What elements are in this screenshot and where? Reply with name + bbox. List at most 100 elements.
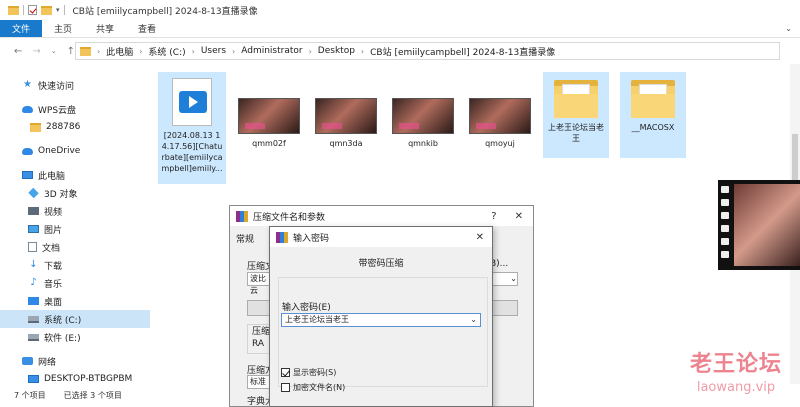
file-item[interactable]: [2024.08.13 14.17.56][Chaturbate][emiily… xyxy=(158,72,226,184)
folder-icon[interactable] xyxy=(8,5,19,15)
checkbox-checked[interactable] xyxy=(281,368,290,377)
file-item[interactable]: __MACOSX xyxy=(620,72,686,158)
file-item[interactable]: 上老王论坛当老王 xyxy=(543,72,609,158)
sidebar-item-label: 软件 (E:) xyxy=(44,333,81,344)
dialog-title: 压缩文件名和参数 xyxy=(253,212,326,223)
video-file-icon xyxy=(172,78,212,126)
address-bar: ← → ⌄ ↑ › 此电脑 › 系统 (C:) › Users › Admini… xyxy=(0,38,800,64)
checkbox-unchecked[interactable] xyxy=(281,383,290,392)
sidebar-item-label: OneDrive xyxy=(38,146,81,156)
archive-name-field-right[interactable]: ⌄ xyxy=(492,272,518,286)
close-button[interactable]: ✕ xyxy=(476,232,492,243)
watermark-en: laowang.vip xyxy=(696,380,776,395)
expand-ribbon-icon[interactable]: ⌄ xyxy=(785,24,792,33)
file-item[interactable]: qmn3da xyxy=(313,98,379,149)
properties-icon[interactable] xyxy=(28,5,37,15)
file-item[interactable]: qmm02f xyxy=(236,98,302,149)
forward-icon[interactable]: → xyxy=(32,46,40,57)
file-item[interactable]: qmoyuj xyxy=(467,98,533,149)
chevron-down-icon[interactable]: ⌄ xyxy=(470,314,480,326)
tab-home[interactable]: 主页 xyxy=(42,20,84,37)
sidebar-item-label: 3D 对象 xyxy=(44,189,78,200)
breadcrumb-item[interactable]: Administrator xyxy=(241,46,302,56)
sidebar-item-label: 图片 xyxy=(44,225,63,236)
chevron-right-icon[interactable]: › xyxy=(139,47,142,56)
sidebar-item-music[interactable]: ♪ 音乐 xyxy=(0,274,150,292)
breadcrumb-item[interactable]: 此电脑 xyxy=(106,45,133,58)
video-icon xyxy=(28,207,39,215)
cloud-icon xyxy=(22,105,33,113)
divider xyxy=(23,5,24,15)
close-button[interactable]: ✕ xyxy=(515,211,523,222)
sidebar-item-label: 快速访问 xyxy=(38,81,75,92)
winrar-icon xyxy=(236,210,248,222)
back-icon[interactable]: ← xyxy=(14,46,22,57)
sidebar-item-this-pc[interactable]: 此电脑 xyxy=(0,166,150,184)
sidebar-item-drive-e[interactable]: 软件 (E:) xyxy=(0,328,150,346)
chevron-right-icon[interactable]: › xyxy=(361,47,364,56)
sidebar-item-label: DESKTOP-BTBGPBM xyxy=(44,374,133,384)
file-name: qmoyuj xyxy=(485,139,515,148)
password-dialog: 输入密码 ✕ 带密码压缩 输入密码(E) 上老王论坛当老王 ⌄ 显示密码(S) … xyxy=(269,226,493,407)
encrypt-filenames-checkbox[interactable]: 加密文件名(N) xyxy=(281,382,345,393)
recent-dropdown-icon[interactable]: ⌄ xyxy=(51,47,57,55)
breadcrumb-item[interactable]: CB站 [emiilycampbell] 2024-8-13直播录像 xyxy=(370,45,555,58)
sidebar-item-onedrive[interactable]: OneDrive xyxy=(0,142,150,160)
sidebar-item-label: WPS云盘 xyxy=(38,105,77,116)
sidebar-item-wps-cloud[interactable]: WPS云盘 xyxy=(0,100,150,118)
customize-dropdown-icon[interactable]: ▾ xyxy=(56,6,60,14)
chevron-right-icon[interactable]: › xyxy=(97,47,100,56)
breadcrumb-item[interactable]: 系统 (C:) xyxy=(148,45,185,58)
sidebar-item-label: 网络 xyxy=(38,357,57,368)
video-thumbnail xyxy=(392,98,454,134)
document-icon xyxy=(28,242,37,252)
archive-name-value: 波比云 xyxy=(250,274,266,295)
selection-count: 已选择 3 个项目 xyxy=(63,391,122,400)
watermark-cn: 老王论坛 xyxy=(689,352,782,377)
sidebar-item-drive-c[interactable]: 系统 (C:) xyxy=(0,310,150,328)
sidebar-item-label: 桌面 xyxy=(44,297,63,308)
breadcrumb-item[interactable]: Users xyxy=(201,46,226,56)
video-thumbnail xyxy=(469,98,531,134)
tab-share[interactable]: 共享 xyxy=(84,20,126,37)
file-name: __MACOSX xyxy=(631,123,675,132)
sidebar-item-3d-objects[interactable]: 3D 对象 xyxy=(0,184,150,202)
sidebar-item-videos[interactable]: 视频 xyxy=(0,202,150,220)
password-input[interactable]: 上老王论坛当老王 ⌄ xyxy=(281,313,481,327)
checkbox-label: 加密文件名(N) xyxy=(293,383,346,392)
breadcrumb-item[interactable]: Desktop xyxy=(318,46,355,56)
sidebar-item-desktop[interactable]: 桌面 xyxy=(0,292,150,310)
show-password-checkbox[interactable]: 显示密码(S) xyxy=(281,367,336,378)
sidebar-item-downloads[interactable]: ↓ 下载 xyxy=(0,256,150,274)
rar-radio[interactable]: RA xyxy=(252,339,264,349)
chevron-right-icon[interactable]: › xyxy=(192,47,195,56)
tab-view[interactable]: 查看 xyxy=(126,20,168,37)
new-folder-icon[interactable] xyxy=(41,5,52,15)
winrar-icon xyxy=(276,231,288,243)
folder-icon xyxy=(554,80,598,118)
sidebar-item-network[interactable]: 网络 xyxy=(0,352,150,370)
breadcrumb[interactable]: › 此电脑 › 系统 (C:) › Users › Administrator … xyxy=(75,42,780,60)
music-icon: ♪ xyxy=(30,277,37,288)
options-button[interactable] xyxy=(492,300,518,316)
sidebar-item-quick-access[interactable]: ★ 快速访问 xyxy=(0,76,150,94)
archive-format-label: 压缩 xyxy=(252,327,271,337)
help-button[interactable]: ? xyxy=(491,211,496,222)
chevron-right-icon[interactable]: › xyxy=(309,47,312,56)
sidebar-item-documents[interactable]: 文档 xyxy=(0,238,150,256)
video-thumbnail xyxy=(315,98,377,134)
sidebar-item-288786[interactable]: 288786 xyxy=(0,118,150,136)
folder-icon xyxy=(80,46,91,56)
tab-file[interactable]: 文件 xyxy=(0,20,43,37)
chevron-right-icon[interactable]: › xyxy=(232,47,235,56)
tab-general[interactable]: 常规 xyxy=(236,232,254,245)
up-icon[interactable]: ↑ xyxy=(67,46,75,57)
file-item[interactable]: qmnkib xyxy=(390,98,456,149)
checkbox-label: 显示密码(S) xyxy=(293,368,337,377)
file-name: qmnkib xyxy=(408,139,438,148)
file-name: qmm02f xyxy=(252,139,286,148)
sidebar-item-pictures[interactable]: 图片 xyxy=(0,220,150,238)
password-label: 输入密码(E) xyxy=(282,303,331,313)
computer-icon xyxy=(28,375,39,383)
quick-access-toolbar: ▾ xyxy=(0,5,65,15)
